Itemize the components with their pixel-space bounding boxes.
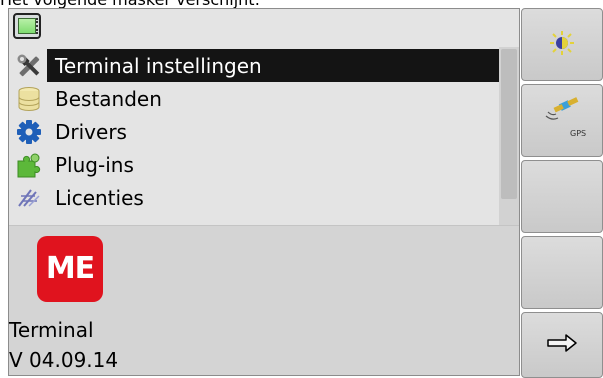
menu-scrollbar[interactable] bbox=[499, 47, 519, 225]
menu-item-terminal-settings[interactable]: Terminal instellingen bbox=[17, 49, 499, 82]
menu-item-label: Licenties bbox=[55, 185, 144, 210]
brightness-icon bbox=[547, 28, 577, 62]
database-icon bbox=[15, 85, 43, 113]
menu-item-label: Drivers bbox=[55, 119, 127, 144]
arrow-right-icon bbox=[546, 333, 578, 357]
scrollbar-thumb[interactable] bbox=[501, 49, 517, 199]
terminal-version: V 04.09.14 bbox=[9, 348, 119, 372]
menu-item-drivers[interactable]: Drivers bbox=[9, 115, 499, 148]
terminal-name: Terminal bbox=[9, 318, 94, 342]
license-icon bbox=[15, 184, 43, 212]
softkey-gps-button[interactable]: GPS bbox=[521, 84, 603, 157]
menu-item-label: Bestanden bbox=[55, 86, 162, 111]
gps-label: GPS bbox=[570, 129, 587, 138]
softkey-empty-1[interactable] bbox=[521, 160, 603, 233]
main-panel: Terminal instellingen Bestanden Drivers … bbox=[8, 8, 520, 376]
me-logo: ME bbox=[37, 236, 103, 302]
softkey-next-button[interactable] bbox=[521, 312, 603, 378]
menu-item-licenses[interactable]: Licenties bbox=[9, 181, 499, 214]
softkey-brightness-button[interactable] bbox=[521, 8, 603, 81]
top-bar bbox=[9, 9, 519, 43]
menu-item-files[interactable]: Bestanden bbox=[9, 82, 499, 115]
settings-menu: Terminal instellingen Bestanden Drivers … bbox=[9, 49, 499, 214]
puzzle-icon bbox=[15, 151, 43, 179]
terminal-info-panel: ME Terminal V 04.09.14 bbox=[9, 226, 519, 375]
gear-icon bbox=[15, 118, 43, 146]
menu-item-plugins[interactable]: Plug-ins bbox=[9, 148, 499, 181]
menu-item-label: Plug-ins bbox=[55, 152, 134, 177]
softkey-empty-2[interactable] bbox=[521, 236, 603, 309]
menu-item-label: Terminal instellingen bbox=[55, 53, 262, 78]
tools-icon bbox=[15, 52, 43, 80]
terminal-icon[interactable] bbox=[13, 13, 41, 39]
softkey-column: GPS bbox=[521, 8, 603, 378]
